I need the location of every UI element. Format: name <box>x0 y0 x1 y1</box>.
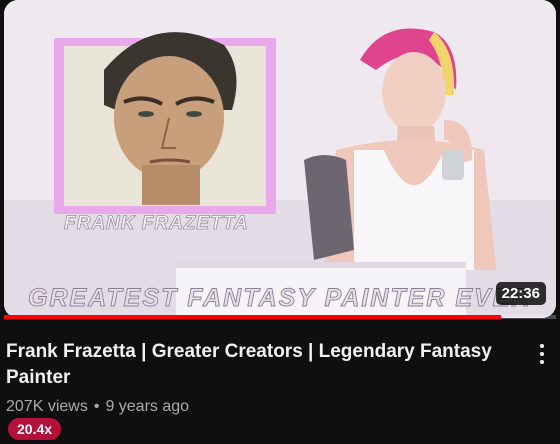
upload-age: 9 years ago <box>105 398 190 415</box>
view-count: 207K views <box>6 398 88 415</box>
multiplier-badge: 20.4x <box>8 418 62 440</box>
menu-dot <box>540 360 544 364</box>
meta-separator: • <box>93 398 100 415</box>
video-title[interactable]: Frank Frazetta | Greater Creators | Lege… <box>6 339 516 391</box>
banner-text: GREATEST FANTASY PAINTER EVER <box>28 284 531 312</box>
menu-dot <box>540 344 544 348</box>
video-thumbnail[interactable]: FRANK FRAZETTA GREATEST FANTASY PAINTER … <box>4 0 556 318</box>
thumbnail-image: FRANK FRAZETTA GREATEST FANTASY PAINTER … <box>4 0 556 318</box>
menu-dot <box>540 352 544 356</box>
more-vert-icon[interactable] <box>532 340 552 368</box>
watch-progress-bar <box>4 315 556 319</box>
watch-progress-fill <box>4 315 501 319</box>
video-metadata: 207K views • 9 years ago <box>6 398 189 416</box>
duration-badge: 22:36 <box>495 282 546 305</box>
portrait-caption: FRANK FRAZETTA <box>64 213 249 234</box>
